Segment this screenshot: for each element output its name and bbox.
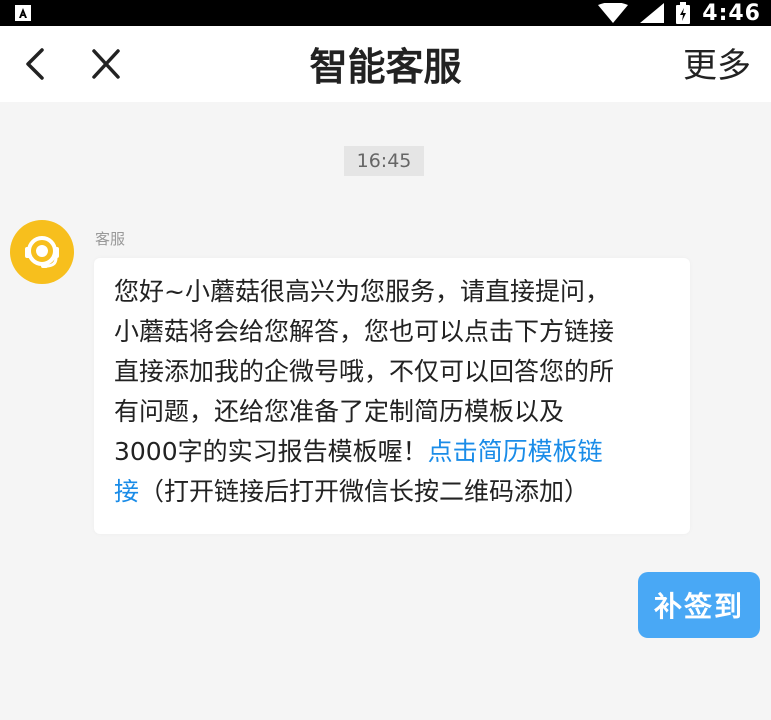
headset-icon	[25, 236, 59, 268]
message-text: 3000字的实习报告模板喔！	[114, 437, 428, 466]
avatar	[10, 220, 74, 284]
signal-icon	[640, 3, 665, 23]
check-in-button[interactable]: 补签到	[638, 572, 760, 638]
sender-name: 客服	[95, 230, 126, 248]
back-chevron-icon[interactable]	[18, 46, 52, 82]
message-text: （打开链接后打开微信长按二维码添加）	[139, 477, 590, 506]
resume-template-link[interactable]: 点击简历模板链	[428, 437, 603, 466]
battery-icon	[676, 2, 691, 24]
status-indicators: 4:46	[598, 0, 761, 26]
status-bar: 4:46	[0, 0, 771, 26]
close-icon[interactable]	[86, 46, 126, 82]
message-bubble: 您好~小蘑菇很高兴为您服务，请直接提问， 小蘑菇将会给您解答，您也可以点击下方链…	[94, 258, 690, 534]
message-line: 3000字的实习报告模板喔！点击简历模板链	[114, 432, 672, 472]
header: 智能客服 更多	[0, 26, 771, 102]
message-line: 接（打开链接后打开微信长按二维码添加）	[114, 472, 672, 512]
message-line: 直接添加我的企微号哦，不仅可以回答您的所	[114, 357, 615, 386]
message-line: 小蘑菇将会给您解答，您也可以点击下方链接	[114, 317, 615, 346]
status-time: 4:46	[702, 0, 761, 26]
wifi-icon	[598, 3, 629, 23]
message-line: 您好~小蘑菇很高兴为您服务，请直接提问，	[114, 277, 610, 306]
chat-timestamp: 16:45	[344, 146, 424, 176]
notification-icon	[15, 5, 31, 21]
more-button[interactable]: 更多	[683, 38, 751, 87]
resume-template-link-end[interactable]: 接	[114, 477, 139, 506]
message-line: 有问题，还给您准备了定制简历模板以及	[114, 397, 565, 426]
